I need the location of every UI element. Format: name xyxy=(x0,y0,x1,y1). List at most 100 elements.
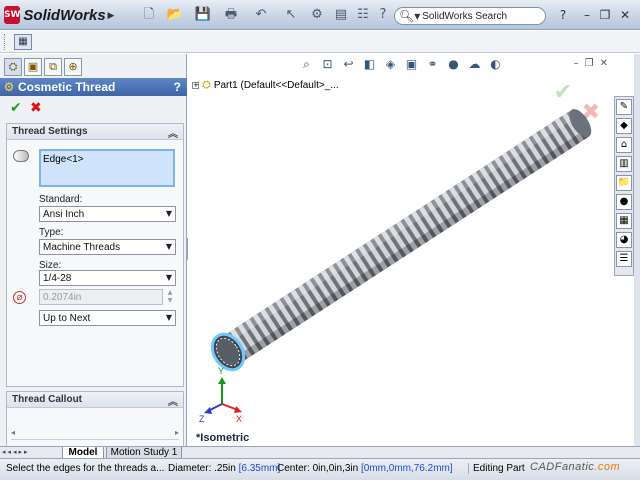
view-palette-icon[interactable]: ▦ xyxy=(616,213,632,229)
triad-z-label: Z xyxy=(199,414,205,424)
task-pane-tabs: ✎ ◆ ⌂ ▥ 📁 ● ▦ ◕ ☰ xyxy=(614,96,634,276)
solidworks-logo[interactable]: SW SolidWorks xyxy=(4,5,106,25)
file-explorer-icon[interactable]: 📁 xyxy=(616,175,632,191)
status-diameter: Diameter: .25in [6.35mm] xyxy=(168,463,280,474)
edge-selection-item[interactable]: Edge<1> xyxy=(43,154,84,165)
dropdown-arrow-icon: ▼ xyxy=(165,209,172,218)
thread-settings-header[interactable]: Thread Settings ︽ xyxy=(7,124,183,140)
status-diameter-metric: [6.35mm] xyxy=(238,463,281,474)
search-results-icon[interactable]: ● xyxy=(616,194,632,210)
tab-scroll-arrows-icon[interactable]: ◂◂◂▸▸ xyxy=(2,448,30,456)
search-label: SolidWorks Search xyxy=(422,10,508,22)
property-manager-header: ⚙ Cosmetic Thread ? xyxy=(0,78,187,96)
custom-properties-icon[interactable]: ☰ xyxy=(616,251,632,267)
minimize-button[interactable]: – xyxy=(580,8,594,22)
window-edge xyxy=(634,54,640,458)
status-center-metric: [0mm,0mm,76.2mm] xyxy=(360,463,453,474)
manager-tabs: ⛭ ▣ ⧉ ⊕ xyxy=(4,58,82,76)
dropdown-arrow-icon: ▼ xyxy=(165,273,172,282)
options-icon[interactable]: ☷ xyxy=(354,7,372,23)
status-message: Select the edges for the threads a... xyxy=(6,463,165,474)
standard-value: Ansi Inch xyxy=(43,209,85,220)
print-icon[interactable]: 🖶 xyxy=(222,7,240,23)
search-icon: 🔍︎▾ xyxy=(399,9,421,23)
toolbox-icon[interactable]: ▥ xyxy=(616,156,632,172)
collapse-icon[interactable]: ︽ xyxy=(168,125,178,140)
configuration-manager-tab-icon[interactable]: ⧉ xyxy=(44,58,62,76)
collapse-icon[interactable]: ︽ xyxy=(168,393,178,408)
watermark-brand: CADFanatic.com xyxy=(530,461,620,473)
type-dropdown[interactable]: Machine Threads ▼ xyxy=(39,239,176,255)
property-manager-title: Cosmetic Thread xyxy=(18,80,116,94)
status-bar: Select the edges for the threads a... Di… xyxy=(0,458,640,480)
edge-selection-icon xyxy=(13,150,29,162)
open-folder-icon[interactable]: 📂 xyxy=(166,7,184,23)
save-icon[interactable]: 💾 xyxy=(194,7,212,23)
callout-scrollbar[interactable]: ◂ ▸ xyxy=(11,428,179,440)
rod-body xyxy=(219,109,592,366)
status-mode: Editing Part xyxy=(468,463,525,474)
brand-name: CADFanatic xyxy=(530,461,595,473)
appearances-icon[interactable]: ◕ xyxy=(616,232,632,248)
threaded-rod-model[interactable]: Y X Z xyxy=(188,54,614,458)
select-arrow-icon[interactable]: ↖ xyxy=(282,7,300,23)
coordinate-triad: Y X Z xyxy=(199,366,242,424)
size-dropdown[interactable]: 1/4-28 ▼ xyxy=(39,270,176,286)
dropdown-arrow-icon: ▼ xyxy=(165,242,172,251)
status-center-label: Center: 0in,0in,3in xyxy=(277,463,361,474)
help-icon[interactable]: ? xyxy=(374,7,392,23)
home-icon[interactable]: ⌂ xyxy=(616,137,632,153)
design-library-icon[interactable]: ◆ xyxy=(616,118,632,134)
toolbar-grip[interactable] xyxy=(4,34,7,50)
scroll-left-icon[interactable]: ◂ xyxy=(11,428,15,437)
end-condition-dropdown[interactable]: Up to Next ▼ xyxy=(39,310,176,326)
triad-y-label: Y xyxy=(218,366,224,376)
standard-dropdown[interactable]: Ansi Inch ▼ xyxy=(39,206,176,222)
edge-selection-box[interactable]: Edge<1> xyxy=(39,149,175,187)
command-manager-icon[interactable]: ▦ xyxy=(14,34,32,50)
scroll-right-icon[interactable]: ▸ xyxy=(175,428,179,437)
close-button[interactable]: ✕ xyxy=(618,8,632,22)
rebuild-icon[interactable]: ⚙ xyxy=(308,7,326,23)
undo-icon[interactable]: ↶ xyxy=(252,7,270,23)
brand-domain: .com xyxy=(594,461,621,473)
restore-button[interactable]: ❐ xyxy=(598,8,612,22)
diameter-input[interactable]: 0.2074in xyxy=(39,289,163,305)
diameter-value: 0.2074in xyxy=(43,292,82,303)
view-orientation-label: *Isometric xyxy=(196,432,250,444)
thread-settings-group: Thread Settings ︽ Edge<1> Standard: Ansi… xyxy=(6,123,184,387)
type-value: Machine Threads xyxy=(43,242,121,253)
status-center: Center: 0in,0in,3in [0mm,0mm,76.2mm] xyxy=(277,463,453,474)
property-manager-panel: ⛭ ▣ ⧉ ⊕ ⚙ Cosmetic Thread ? ✔ ✖ Thread S… xyxy=(0,54,187,458)
graphics-area[interactable]: ⌕ ⊡ ↩ ◧ ◈ ▣ ⚭ ● ☁ ◐ + ⛭ Part1 (Default<<… xyxy=(188,54,614,458)
triad-x-label: X xyxy=(236,414,242,424)
type-label: Type: xyxy=(39,227,64,238)
thread-settings-title: Thread Settings xyxy=(12,126,88,137)
feature-manager-tab-icon[interactable]: ⛭ xyxy=(4,58,22,76)
help-button[interactable]: ? xyxy=(174,80,181,94)
status-diameter-label: Diameter: .25in xyxy=(168,463,239,474)
model-tabs-bar: ◂◂◂▸▸ Model Motion Study 1 xyxy=(0,446,640,459)
cosmetic-thread-icon: ⚙ xyxy=(3,80,15,94)
app-name: SolidWorks xyxy=(23,6,106,24)
diameter-spinner-icon[interactable]: ▲ ▼ xyxy=(165,289,175,305)
command-toolbar: ▦ xyxy=(0,31,640,53)
thread-callout-header[interactable]: Thread Callout ︽ xyxy=(7,392,183,408)
ok-button[interactable]: ✔ xyxy=(10,100,22,116)
solidworks-resources-icon[interactable]: ✎ xyxy=(616,99,632,115)
file-properties-icon[interactable]: ▤ xyxy=(332,7,350,23)
end-condition-value: Up to Next xyxy=(43,313,91,324)
thread-callout-title: Thread Callout xyxy=(12,394,83,405)
new-document-icon[interactable]: 🗋 xyxy=(140,7,158,23)
diameter-icon: ⌀ xyxy=(13,291,26,304)
menu-expand-arrow-icon[interactable]: ▶ xyxy=(106,7,116,23)
property-manager-tab-icon[interactable]: ▣ xyxy=(24,58,42,76)
size-value: 1/4-28 xyxy=(43,273,72,284)
dropdown-arrow-icon: ▼ xyxy=(165,313,172,322)
standard-label: Standard: xyxy=(39,194,83,205)
cancel-button[interactable]: ✖ xyxy=(30,100,42,116)
solidworks-logo-icon: SW xyxy=(4,6,21,24)
search-box[interactable]: 🔍︎▾ SolidWorks Search xyxy=(394,7,546,25)
search-help-icon[interactable]: ? xyxy=(556,8,570,22)
dimxpert-tab-icon[interactable]: ⊕ xyxy=(64,58,82,76)
